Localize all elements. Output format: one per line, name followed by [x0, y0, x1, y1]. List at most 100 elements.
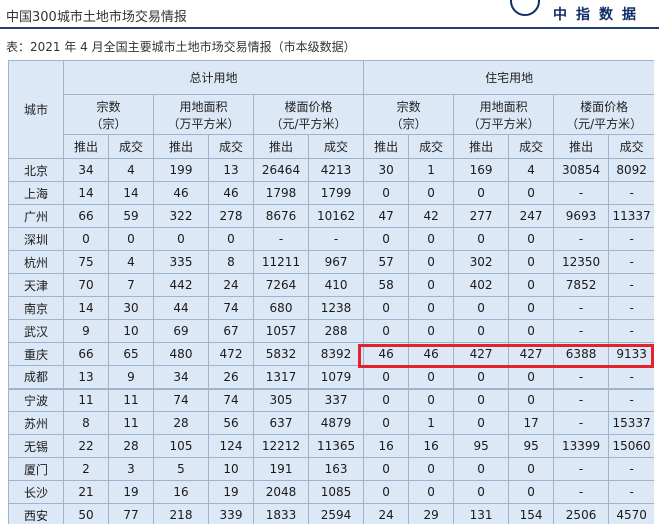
table-caption: 表：2021 年 4 月全国主要城市土地市场交易情报（市本级数据） [6, 40, 356, 54]
city-cell: 天津 [8, 273, 64, 297]
value-cell: 30 [108, 296, 154, 320]
header-metric-count: 宗数 （宗） [363, 94, 455, 135]
value-cell: 105 [153, 434, 209, 458]
header-metric-area: 用地面积 （万平方米） [453, 94, 555, 135]
value-cell: 9693 [553, 204, 610, 228]
value-cell: 199 [153, 158, 209, 182]
value-cell: 0 [363, 296, 410, 320]
value-cell: 5 [153, 457, 209, 481]
table-row: 天津 70 7 442 24 7264 410 58 0 402 0 7852- [8, 273, 654, 297]
value-cell: 74 [208, 387, 254, 412]
value-cell: - [608, 480, 654, 504]
value-cell: 50 [63, 503, 109, 524]
value-cell: 1079 [307, 365, 365, 389]
value-cell: 0 [363, 411, 410, 435]
value-cell: 322 [153, 204, 209, 228]
value-cell: 12212 [253, 434, 309, 458]
value-cell: - [608, 319, 654, 343]
value-cell: 7264 [253, 273, 309, 297]
value-cell: 302 [453, 250, 510, 274]
value-cell: - [553, 319, 610, 343]
value-cell: 442 [153, 273, 209, 297]
value-cell: 16 [408, 434, 455, 458]
value-cell: 24 [208, 273, 254, 297]
value-cell: 19 [108, 480, 154, 504]
value-cell: 9133 [608, 342, 654, 366]
value-cell: 1317 [253, 365, 309, 389]
value-cell: 59 [108, 204, 154, 228]
value-cell: 0 [108, 227, 154, 251]
value-cell: 0 [408, 387, 455, 412]
value-cell: 15060 [608, 434, 654, 458]
value-cell: 337 [307, 387, 365, 412]
value-cell: - [553, 387, 610, 412]
value-cell: 480 [153, 342, 209, 366]
value-cell: 0 [453, 296, 510, 320]
city-cell: 厦门 [8, 457, 64, 481]
value-cell: 12350 [553, 250, 610, 274]
value-cell: 2 [63, 457, 109, 481]
table-row: 厦门 2 3 5 10 191 163 0 0 0 0- - [8, 457, 654, 481]
value-cell: - [553, 227, 610, 251]
value-cell: 4570 [608, 503, 654, 524]
value-cell: 10 [208, 457, 254, 481]
value-cell: 30 [363, 158, 410, 182]
value-cell: 46 [408, 342, 455, 366]
value-cell: 0 [63, 227, 109, 251]
value-cell: 1238 [307, 296, 365, 320]
table-row: 宁波 11 11 74 74 305 337 0 0 0 0- - [8, 387, 654, 412]
table-row: 重庆 66 65 480 472 5832 8392 46 46 427 427 6388 9133 [8, 342, 654, 366]
table-row: 深圳 0 0 0 0- -0 0 0 0- - [8, 227, 654, 251]
header-sub-offered: 推出 [153, 134, 209, 159]
value-cell: 19 [208, 480, 254, 504]
header-metric-area: 用地面积 （万平方米） [153, 94, 254, 135]
value-cell: 21 [63, 480, 109, 504]
table-row: 杭州 75 4 335 8 11211 967 57 0 302 0 12350- [8, 250, 654, 274]
value-cell: 2594 [307, 503, 365, 524]
value-cell: 11211 [253, 250, 309, 274]
value-cell: 66 [63, 342, 109, 366]
value-cell: 66 [63, 204, 109, 228]
value-cell: 278 [208, 204, 254, 228]
value-cell: 169 [453, 158, 510, 182]
value-cell: 1799 [307, 181, 365, 205]
value-cell: - [608, 296, 654, 320]
value-cell: 472 [208, 342, 254, 366]
value-cell: 1085 [307, 480, 365, 504]
value-cell: 277 [453, 204, 510, 228]
city-cell: 南京 [8, 296, 64, 320]
value-cell: 0 [508, 273, 555, 297]
value-cell: 14 [63, 181, 109, 205]
value-cell: 0 [453, 457, 510, 481]
value-cell: 16 [363, 434, 410, 458]
value-cell: 65 [108, 342, 154, 366]
value-cell: 0 [453, 480, 510, 504]
value-cell: 0 [208, 227, 254, 251]
value-cell: 8 [63, 411, 109, 435]
value-cell: 2506 [553, 503, 610, 524]
value-cell: 4 [508, 158, 555, 182]
value-cell: - [307, 227, 365, 251]
value-cell: 11365 [307, 434, 365, 458]
value-cell: 14 [108, 181, 154, 205]
value-cell: 0 [508, 387, 555, 412]
value-cell: 28 [108, 434, 154, 458]
header-sub-sold: 成交 [208, 134, 254, 159]
value-cell: 1798 [253, 181, 309, 205]
value-cell: 0 [508, 365, 555, 389]
value-cell: 11337 [608, 204, 654, 228]
value-cell: - [608, 365, 654, 389]
city-cell: 北京 [8, 158, 64, 182]
value-cell: 427 [453, 342, 510, 366]
value-cell: 218 [153, 503, 209, 524]
table-row: 苏州 8 11 28 56 637 4879 0 1 0 17-15337 [8, 411, 654, 435]
report-title: 中国300城市土地市场交易情报 [6, 10, 187, 25]
value-cell: 0 [508, 457, 555, 481]
value-cell: 28 [153, 411, 209, 435]
value-cell: 7 [108, 273, 154, 297]
value-cell: 0 [153, 227, 209, 251]
value-cell: 16 [153, 480, 209, 504]
value-cell: 44 [153, 296, 209, 320]
city-cell: 深圳 [8, 227, 64, 251]
value-cell: 2048 [253, 480, 309, 504]
